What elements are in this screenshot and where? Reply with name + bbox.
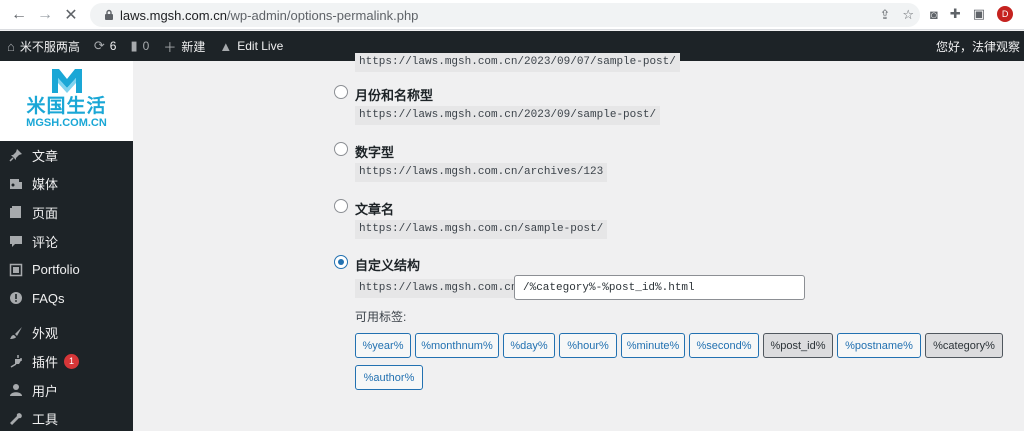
site-logo[interactable]: 米国生活 MGSH.COM.CN (0, 61, 133, 141)
profile-avatar[interactable]: D (997, 6, 1014, 22)
updates-refresh-icon: ⟳ (93, 38, 105, 53)
extensions-puzzle-icon[interactable]: ✚ (950, 6, 961, 22)
comments-count: 0 (142, 39, 150, 53)
plugins-update-badge: 1 (64, 353, 80, 369)
sidebar-item-pages[interactable]: 页面 (0, 198, 133, 227)
sidebar-item-media[interactable]: 媒体 (0, 170, 133, 199)
admin-bar-new[interactable]: ＋ 新建 (156, 31, 212, 61)
edit-live-label: Edit Live (237, 39, 284, 53)
info-icon (8, 290, 24, 306)
admin-sidebar: 米国生活 MGSH.COM.CN 文章 媒体 页面 评论 Portfolio F… (0, 61, 133, 431)
sidebar-item-posts[interactable]: 文章 (0, 141, 133, 170)
comment-icon (8, 233, 24, 249)
sidebar-item-plugins[interactable]: 插件 1 (0, 347, 133, 376)
sidebar-item-appearance[interactable]: 外观 (0, 319, 133, 348)
edit-live-logo-icon: ▲ (219, 38, 233, 54)
admin-bar-updates[interactable]: ⟳ 6 (87, 31, 124, 61)
share-icon[interactable]: ⇪ (879, 7, 890, 23)
sidebar-item-label: 媒体 (32, 177, 59, 193)
logo-english-text: MGSH.COM.CN (26, 117, 107, 129)
plus-icon: ＋ (163, 39, 177, 55)
tag-button-minute[interactable]: %minute% (621, 333, 685, 358)
browser-toolbar: ← → ✕ laws.mgsh.com.cn/wp-admin/options-… (0, 0, 1024, 30)
side-panel-icon[interactable]: ▣ (973, 6, 985, 22)
sidebar-item-faqs[interactable]: FAQs (0, 284, 133, 313)
admin-bar-account[interactable]: 您好，法律观察 (936, 31, 1024, 61)
site-name: 米不服两高 (19, 39, 80, 54)
logo-chinese-text: 米国生活 (26, 95, 107, 117)
greeting-text: 您好，法律观察 (935, 39, 1020, 54)
admin-bar-comments[interactable]: ▮ 0 (123, 31, 156, 61)
brush-icon (8, 325, 24, 341)
radio-numeric[interactable] (334, 142, 348, 156)
admin-bar-site[interactable]: ⌂ 米不服两高 (0, 31, 87, 61)
user-icon (8, 382, 24, 398)
camera-icon[interactable]: ◙ (930, 7, 938, 22)
sidebar-item-label: 评论 (32, 234, 59, 250)
example-url-post-name: https://laws.mgsh.com.cn/sample-post/ (355, 220, 608, 239)
sidebar-item-label: 文章 (32, 148, 59, 164)
top-example-url: https://laws.mgsh.com.cn/2023/09/07/samp… (355, 53, 680, 72)
option-label-month-name[interactable]: 月份和名称型 (355, 85, 433, 104)
sidebar-item-label: 用户 (32, 383, 59, 399)
example-url-numeric: https://laws.mgsh.com.cn/archives/123 (355, 163, 608, 182)
admin-bar-edit-live[interactable]: ▲ Edit Live (212, 31, 290, 61)
tag-button-day[interactable]: %day% (503, 333, 555, 358)
updates-count: 6 (109, 39, 117, 53)
page-icon (8, 204, 24, 220)
custom-structure-prefix: https://laws.mgsh.com.cn (355, 279, 522, 298)
pin-icon (8, 147, 24, 163)
tag-button-author[interactable]: %author% (355, 365, 423, 390)
option-label-post-name[interactable]: 文章名 (355, 199, 394, 218)
tag-button-second[interactable]: %second% (689, 333, 759, 358)
custom-structure-input[interactable] (514, 275, 805, 300)
url-path: /wp-admin/options-permalink.php (226, 7, 419, 23)
tag-button-postname[interactable]: %postname% (837, 333, 921, 358)
example-url-month-name: https://laws.mgsh.com.cn/2023/09/sample-… (355, 106, 661, 125)
sidebar-item-label: 插件 (32, 354, 59, 370)
tag-button-post_id[interactable]: %post_id% (763, 333, 833, 358)
mgsh-logo-icon (51, 69, 82, 93)
sidebar-item-label: 外观 (32, 326, 59, 342)
sidebar-item-label: FAQs (32, 290, 65, 306)
sidebar-item-label: 页面 (32, 205, 59, 221)
sidebar-item-label: 工具 (32, 412, 59, 428)
sidebar-item-users[interactable]: 用户 (0, 376, 133, 405)
radio-month-name[interactable] (334, 85, 348, 99)
radio-post-name[interactable] (334, 199, 348, 213)
option-label-custom-structure[interactable]: 自定义结构 (355, 255, 420, 274)
radio-custom-structure[interactable] (334, 255, 348, 269)
option-label-numeric[interactable]: 数字型 (355, 142, 394, 161)
available-tags-label: 可用标签: (355, 310, 407, 324)
sidebar-item-portfolio[interactable]: Portfolio (0, 255, 133, 284)
forward-arrow-icon[interactable]: → (32, 2, 58, 28)
new-label: 新建 (181, 39, 206, 54)
home-icon: ⌂ (7, 38, 15, 54)
portfolio-icon (8, 262, 24, 278)
tag-button-hour[interactable]: %hour% (559, 333, 617, 358)
sidebar-menu: 文章 媒体 页面 评论 Portfolio FAQs 外观 插件 1 用户 工具 (0, 141, 133, 431)
tag-button-monthnum[interactable]: %monthnum% (415, 333, 499, 358)
lock-icon[interactable] (98, 9, 120, 21)
media-icon (8, 176, 24, 192)
comment-bubble-icon: ▮ (130, 38, 138, 53)
url-text[interactable]: laws.mgsh.com.cn/wp-admin/options-permal… (120, 8, 418, 23)
plugin-icon (8, 353, 24, 369)
sidebar-item-tools[interactable]: 工具 (0, 404, 133, 431)
bookmark-star-icon[interactable]: ☆ (902, 7, 914, 23)
url-domain: laws.mgsh.com.cn (120, 7, 227, 23)
address-bar[interactable]: laws.mgsh.com.cn/wp-admin/options-permal… (90, 3, 920, 27)
tag-button-category[interactable]: %category% (925, 333, 1003, 358)
sidebar-item-label: Portfolio (32, 262, 80, 278)
tag-button-year[interactable]: %year% (355, 333, 411, 358)
wrench-icon (8, 411, 24, 427)
stop-loading-icon[interactable]: ✕ (58, 2, 84, 28)
sidebar-item-comments[interactable]: 评论 (0, 227, 133, 256)
permalink-settings-content: https://laws.mgsh.com.cn/2023/09/07/samp… (133, 53, 1024, 431)
back-arrow-icon[interactable]: ← (6, 2, 32, 28)
